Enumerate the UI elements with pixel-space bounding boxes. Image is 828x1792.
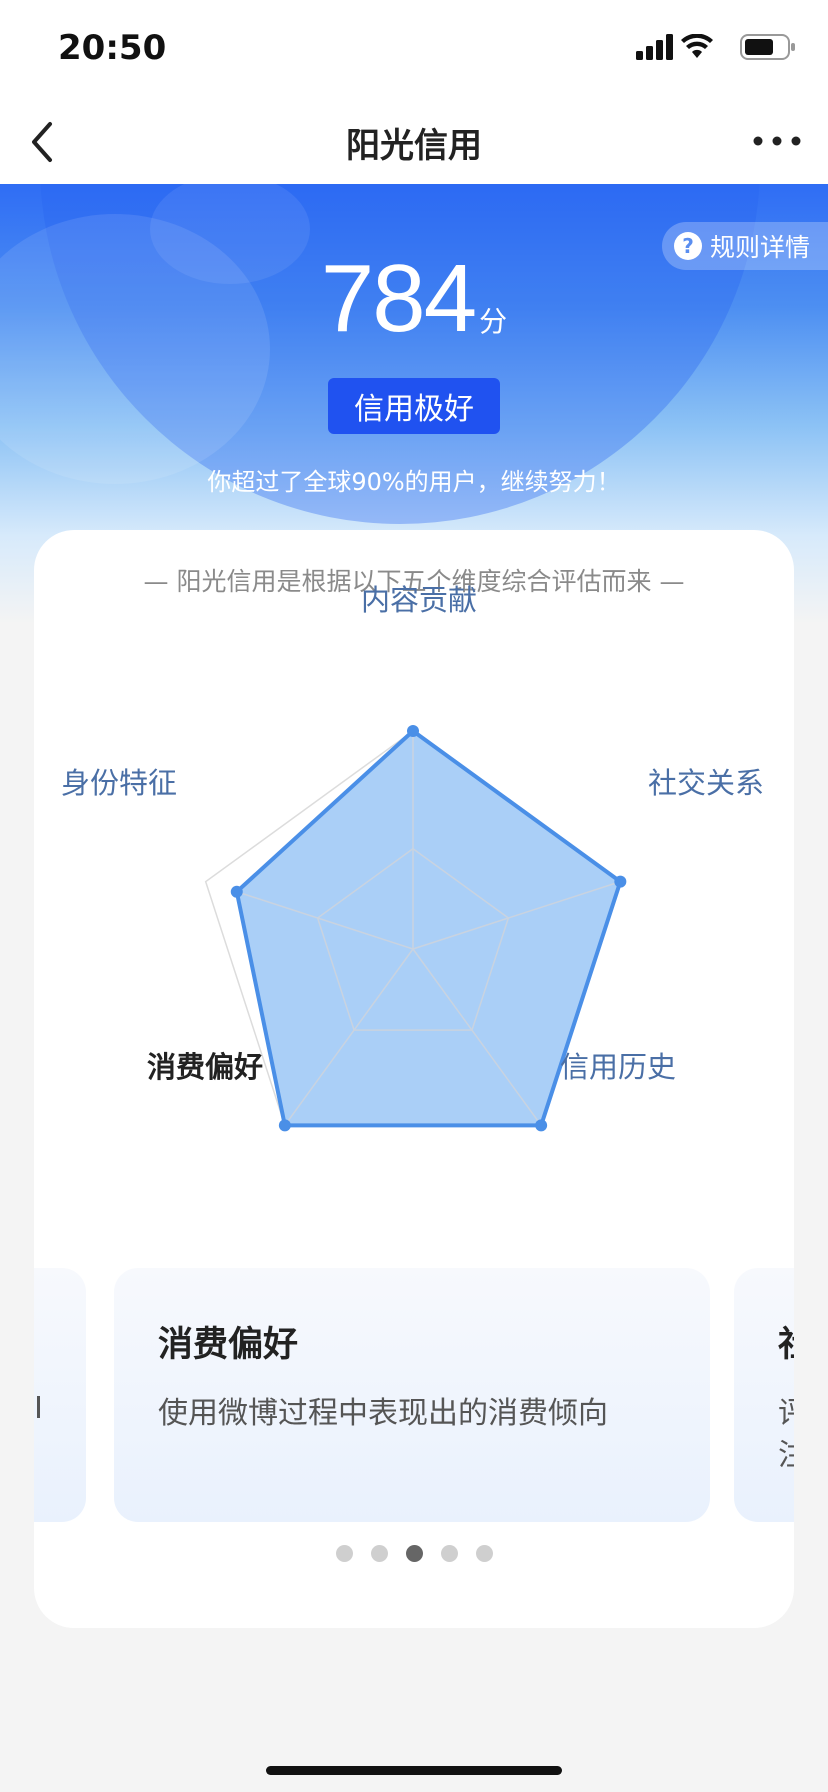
pagination-dot[interactable] [405, 1545, 423, 1562]
radar-vertex-5 [230, 885, 243, 898]
score-display: 784 分 [0, 244, 828, 354]
credit-grade-badge: 信用极好 [328, 378, 500, 434]
pagination-dot[interactable] [335, 1545, 353, 1562]
credit-score: 784 [320, 245, 477, 352]
pagination-dot[interactable] [440, 1545, 458, 1562]
radar-label-4[interactable]: 消费偏好 [147, 1050, 263, 1084]
next-card-desc-line1: 评 [778, 1396, 794, 1431]
pagination-dot[interactable] [370, 1545, 388, 1562]
dimension-card-current[interactable]: 消费偏好 使用微博过程中表现出的消费倾向 [114, 1268, 710, 1522]
home-indicator[interactable] [266, 1766, 562, 1775]
carousel-pagination [34, 1545, 794, 1562]
wifi-icon [681, 34, 713, 58]
dimension-card-title: 消费偏好 [158, 1325, 299, 1365]
radar-label-5[interactable]: 身份特征 [61, 766, 177, 800]
dimension-card-next[interactable]: 社 评 注 [734, 1268, 794, 1522]
dimensions-card: — 阳光信用是根据以下五个维度综合评估而来 — 内容贡献 社交关系 信用历史 消费偏好… [34, 530, 794, 1628]
next-card-title: 社 [778, 1316, 794, 1367]
nav-bar: 阳光信用 [0, 98, 828, 184]
score-unit: 分 [479, 305, 508, 338]
ranking-description: 你超过了全球90%的用户，继续努力！ [207, 468, 621, 496]
radar-vertex-1 [407, 725, 419, 737]
radar-vertex-4 [278, 1119, 291, 1132]
radar-vertex-2 [614, 875, 627, 888]
status-time: 20:50 [58, 28, 167, 68]
radar-label-2[interactable]: 社交关系 [648, 766, 764, 800]
dimension-card-description: 使用微博过程中表现出的消费倾向 [158, 1396, 608, 1431]
prev-card-fragment [37, 1396, 40, 1418]
radar-label-3[interactable]: 信用历史 [560, 1050, 676, 1084]
battery-icon [740, 34, 795, 60]
radar-vertex-3 [535, 1119, 548, 1132]
radar-label-1[interactable]: 内容贡献 [361, 583, 477, 617]
radar-chart: 内容贡献社交关系信用历史 消费偏好 身份特征 [61, 583, 764, 1132]
pagination-dot[interactable] [475, 1545, 493, 1562]
more-dots-icon [753, 136, 801, 146]
more-button[interactable] [750, 126, 804, 156]
page-title: 阳光信用 [346, 126, 482, 166]
signal-icon [636, 34, 673, 60]
next-card-desc-line2: 注 [778, 1438, 794, 1473]
status-bar: 20:50 [0, 0, 828, 98]
dimension-card-prev[interactable] [34, 1268, 86, 1522]
